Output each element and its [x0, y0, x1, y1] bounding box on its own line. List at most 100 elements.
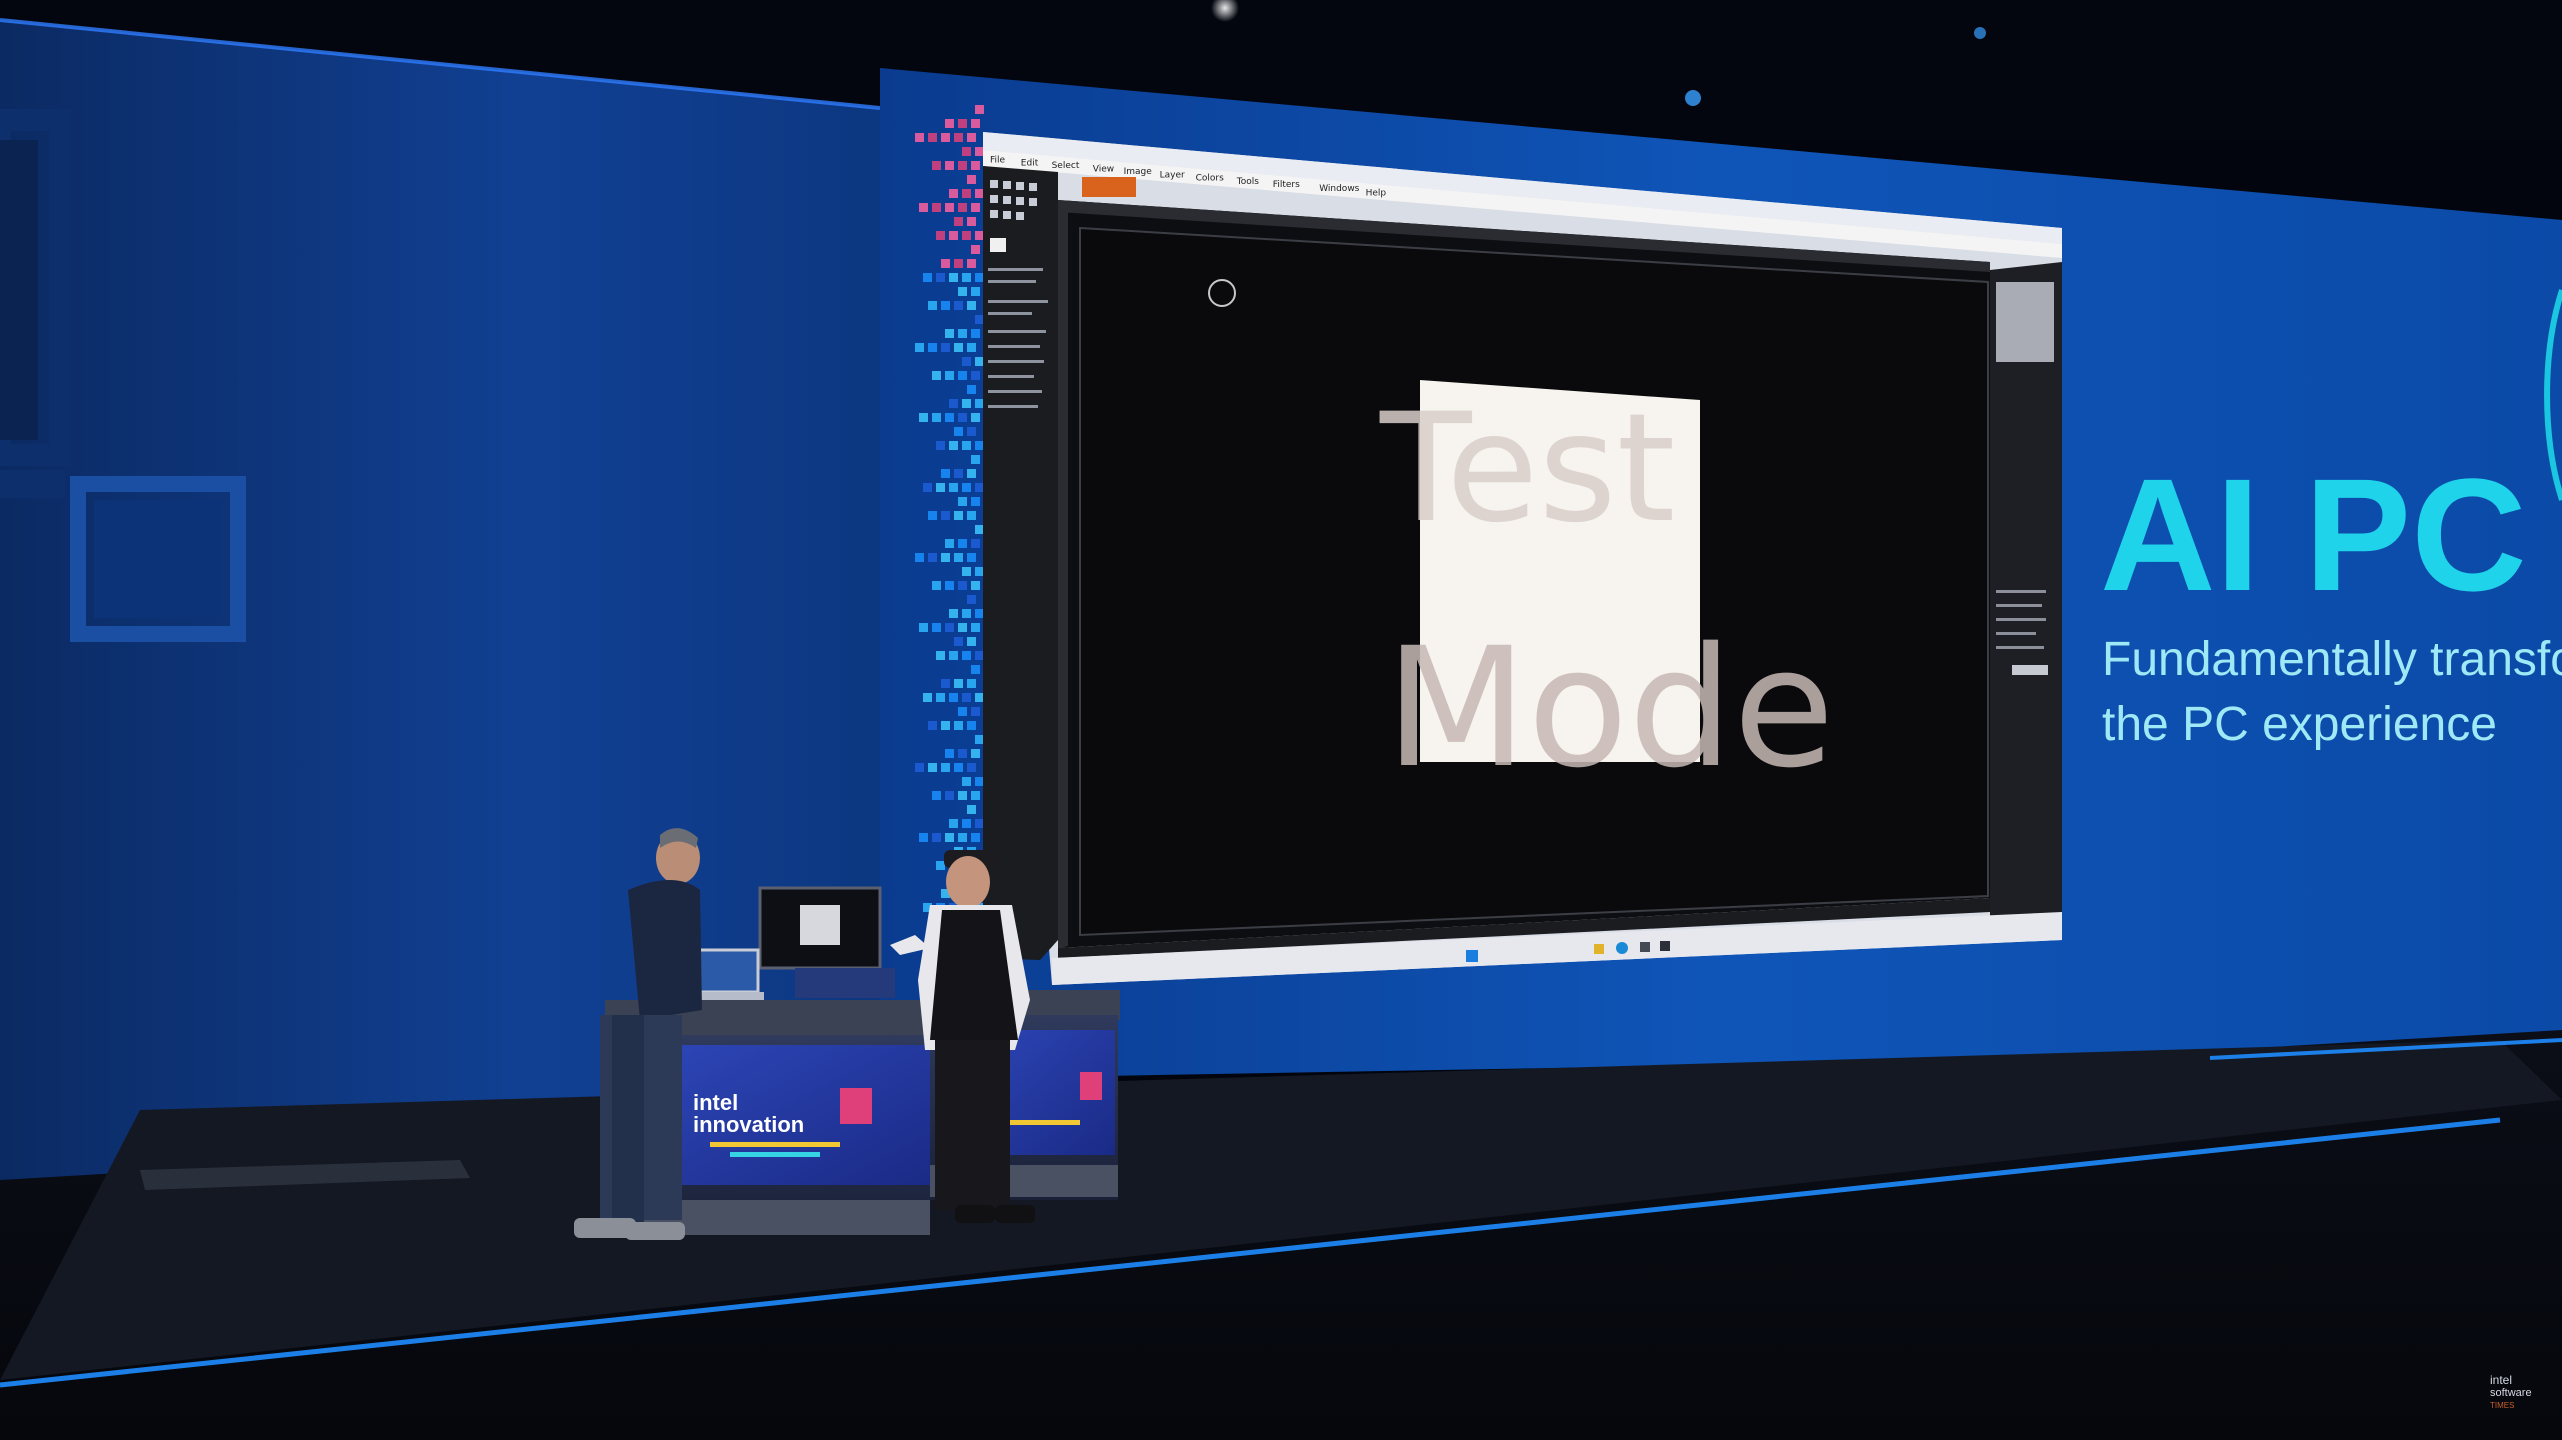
- pixel-dot: [954, 637, 963, 646]
- pixel-dot: [971, 245, 980, 254]
- pixel-dot: [941, 511, 950, 520]
- pixel-dot: [962, 777, 971, 786]
- pixel-dot: [949, 273, 958, 282]
- pixel-dot: [971, 161, 980, 170]
- pixel-dot: [936, 441, 945, 450]
- pixel-dot: [975, 231, 984, 240]
- pixel-dot: [949, 399, 958, 408]
- toolbox-panel: [983, 166, 1058, 960]
- menu-item[interactable]: Tools: [1236, 177, 1259, 187]
- menu-item[interactable]: Edit: [1021, 158, 1039, 168]
- tool-icon[interactable]: [1016, 182, 1024, 190]
- pixel-dot: [958, 707, 967, 716]
- tool-icon[interactable]: [990, 210, 998, 218]
- pixel-dot: [967, 721, 976, 730]
- pixel-dot: [941, 259, 950, 268]
- tool-icon[interactable]: [1029, 198, 1037, 206]
- menu-item[interactable]: Colors: [1196, 173, 1224, 183]
- pixel-dot: [962, 231, 971, 240]
- pixel-dot: [932, 413, 941, 422]
- tool-icon[interactable]: [1003, 181, 1011, 189]
- tool-icon[interactable]: [1003, 211, 1011, 219]
- pixel-dot: [954, 343, 963, 352]
- pixel-dot: [971, 497, 980, 506]
- canvas-text-mode: Mode: [1385, 612, 1835, 804]
- pixel-dot: [975, 357, 984, 366]
- pixel-dot: [971, 329, 980, 338]
- pixel-dot: [941, 343, 950, 352]
- pixel-dot: [932, 371, 941, 380]
- pixel-dot: [958, 329, 967, 338]
- pixel-dot: [975, 147, 984, 156]
- pixel-dot: [923, 273, 932, 282]
- pixel-dot: [945, 161, 954, 170]
- pixel-dot: [919, 623, 928, 632]
- color-swatch-icon[interactable]: [990, 238, 1006, 252]
- booth-brand-line-2: innovation: [693, 1112, 804, 1137]
- tool-icon[interactable]: [990, 180, 998, 188]
- tool-icon[interactable]: [1003, 196, 1011, 204]
- pixel-dot: [967, 679, 976, 688]
- pixel-dot: [936, 651, 945, 660]
- tool-icon[interactable]: [1016, 197, 1024, 205]
- menu-item[interactable]: Select: [1052, 161, 1080, 171]
- pixel-dot: [945, 833, 954, 842]
- pixel-dot: [971, 707, 980, 716]
- pixel-dot: [967, 595, 976, 604]
- pixel-dot: [954, 469, 963, 478]
- pixel-dot: [975, 483, 984, 492]
- tool-icon[interactable]: [1016, 212, 1024, 220]
- tool-icon[interactable]: [1029, 183, 1037, 191]
- pixel-dot: [949, 651, 958, 660]
- pixel-dot: [915, 343, 924, 352]
- start-icon[interactable]: [1466, 950, 1478, 962]
- menu-item[interactable]: View: [1093, 165, 1114, 175]
- pixel-dot: [954, 553, 963, 562]
- ceiling-light: [1974, 27, 1986, 39]
- pixel-dot: [975, 819, 984, 828]
- tool-icon[interactable]: [990, 195, 998, 203]
- pixel-dot: [936, 273, 945, 282]
- pixel-dot: [945, 791, 954, 800]
- pixel-dot: [958, 371, 967, 380]
- pixel-dot: [971, 287, 980, 296]
- pixel-dot: [945, 119, 954, 128]
- pixel-dot: [967, 805, 976, 814]
- folder-icon[interactable]: [1594, 944, 1604, 954]
- pixel-dot: [975, 273, 984, 282]
- pixel-dot: [971, 455, 980, 464]
- brush-palette: [1996, 282, 2054, 362]
- pixel-dot: [958, 623, 967, 632]
- pixel-dot: [971, 119, 980, 128]
- pixel-dot: [962, 609, 971, 618]
- ruler-left: [1058, 212, 1068, 948]
- menu-item[interactable]: Filters: [1273, 180, 1300, 190]
- app-icon[interactable]: [1640, 942, 1650, 952]
- pixel-dot: [962, 651, 971, 660]
- watermark-line-2: software: [2490, 1387, 2532, 1399]
- pixel-dot: [932, 161, 941, 170]
- pixel-dot: [949, 693, 958, 702]
- menu-item[interactable]: Help: [1366, 188, 1387, 198]
- pixel-dot: [945, 623, 954, 632]
- app-icon[interactable]: [1660, 941, 1670, 951]
- pixel-dot: [967, 469, 976, 478]
- menu-item[interactable]: File: [990, 156, 1006, 166]
- pixel-dot: [915, 763, 924, 772]
- pixel-dot: [936, 693, 945, 702]
- menu-item[interactable]: Image: [1124, 167, 1153, 177]
- pixel-dot: [958, 833, 967, 842]
- pixel-dot: [975, 651, 984, 660]
- pixel-dot: [945, 371, 954, 380]
- menu-item[interactable]: Windows: [1319, 184, 1359, 194]
- pixel-dot: [962, 483, 971, 492]
- pixel-dot: [941, 133, 950, 142]
- layer-thumbnail: [2012, 665, 2048, 675]
- pixel-dot: [962, 273, 971, 282]
- browser-icon[interactable]: [1616, 942, 1628, 954]
- menu-item[interactable]: Layer: [1160, 170, 1185, 180]
- pixel-dot: [941, 763, 950, 772]
- pixel-dot: [958, 413, 967, 422]
- pixel-dot: [949, 441, 958, 450]
- pixel-dot: [967, 637, 976, 646]
